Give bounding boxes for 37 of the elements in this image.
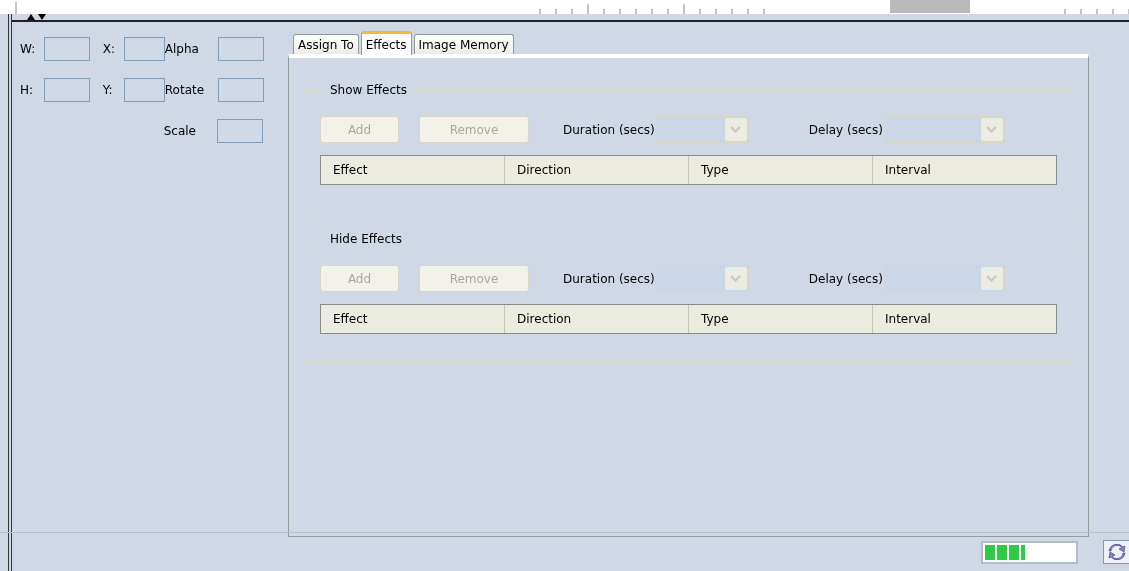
combo-label: Duration (secs) — [563, 271, 655, 286]
chevron-down-icon — [986, 126, 998, 133]
chevron-down-icon — [986, 275, 998, 282]
tab[interactable]: Assign To — [293, 34, 359, 54]
input-field[interactable] — [44, 77, 90, 102]
group-title: Show Effects — [328, 83, 409, 97]
field-label: H: — [20, 82, 35, 97]
column-header[interactable]: Effect — [321, 305, 505, 333]
chevron-down-icon — [730, 126, 742, 133]
refresh-icon — [1107, 543, 1127, 561]
field-label: W: — [20, 41, 37, 56]
chevron-down-icon — [730, 275, 742, 282]
column-header[interactable]: Type — [689, 156, 873, 184]
input-field[interactable] — [217, 36, 264, 61]
combo-label: Delay (secs) — [808, 271, 883, 286]
group-title: Hide Effects — [328, 232, 404, 246]
field-label: Y: — [102, 82, 114, 97]
tab[interactable]: Image Memory — [413, 34, 514, 54]
column-header[interactable]: Type — [689, 305, 873, 333]
combo-label: Delay (secs) — [808, 122, 883, 137]
input-field[interactable] — [217, 77, 264, 102]
field-label: Alpha — [164, 41, 200, 56]
input-field[interactable] — [123, 36, 165, 61]
tab[interactable]: Effects — [360, 31, 412, 55]
field-label: Rotate — [164, 82, 206, 97]
column-header[interactable]: Direction — [505, 305, 689, 333]
column-header[interactable]: Direction — [505, 156, 689, 184]
column-header[interactable]: Interval — [873, 305, 1056, 333]
combo-label: Duration (secs) — [563, 122, 655, 137]
column-header[interactable]: Interval — [873, 156, 1056, 184]
refresh-button[interactable] — [1103, 540, 1129, 564]
field-label: Scale — [163, 124, 197, 138]
input-field[interactable] — [216, 119, 263, 143]
column-header[interactable]: Effect — [321, 156, 505, 184]
input-field[interactable] — [44, 36, 90, 61]
input-field[interactable] — [123, 77, 165, 102]
field-label: X: — [102, 41, 117, 56]
